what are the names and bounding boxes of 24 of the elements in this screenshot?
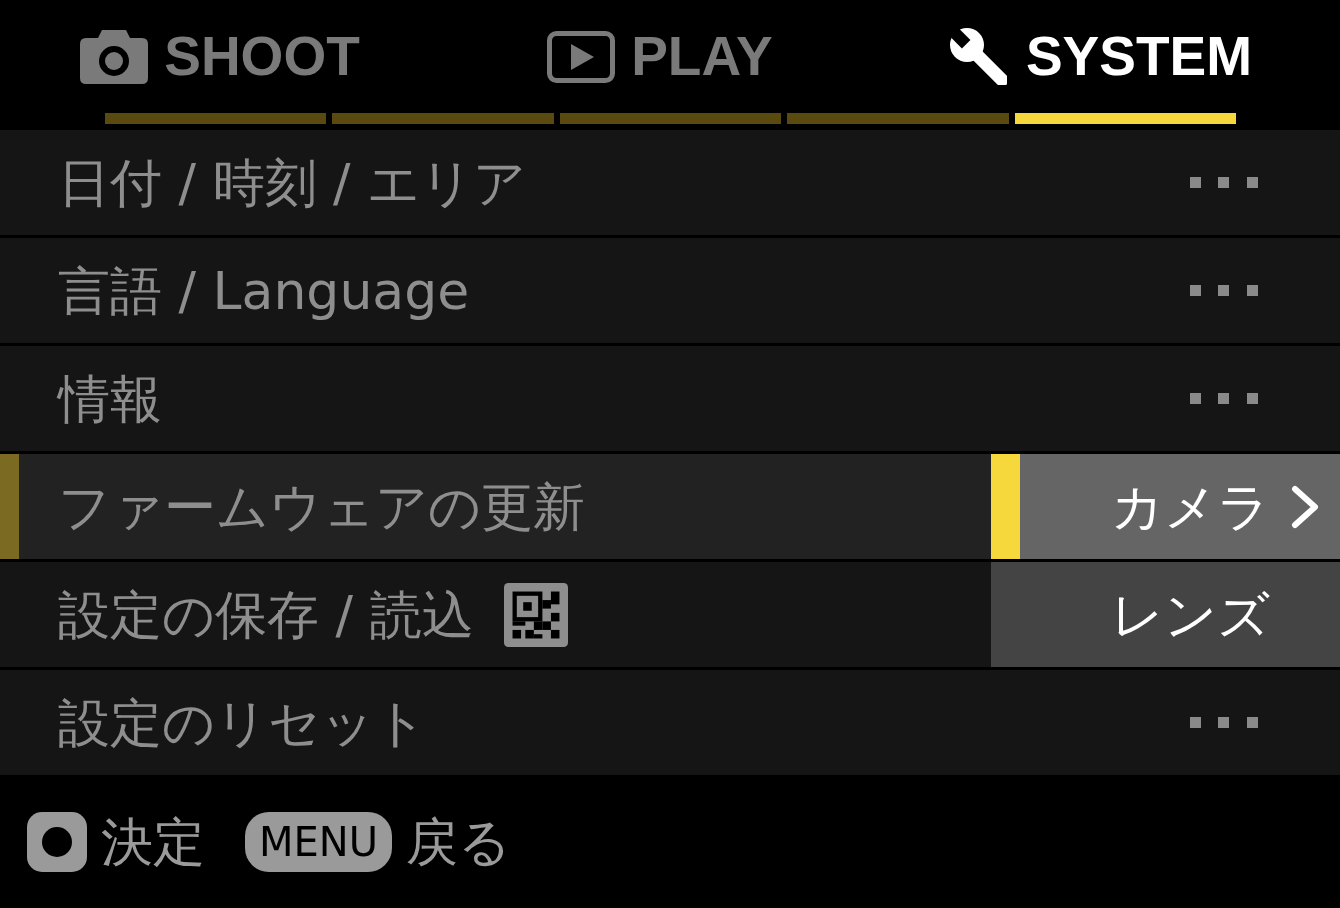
more-dots-icon (1190, 393, 1258, 404)
menu-item[interactable]: 言語 / Language (0, 238, 1340, 343)
menu-item[interactable]: 設定のリセット (0, 670, 1340, 775)
wrench-icon (947, 25, 1010, 88)
menu-tab[interactable]: SYSTEM (947, 25, 1253, 88)
menu-item[interactable]: 日付 / 時刻 / エリア (0, 130, 1340, 235)
more-dots-icon (1190, 177, 1258, 188)
menu-item[interactable]: 設定の保存 / 読込 (0, 562, 991, 667)
play-icon (547, 30, 616, 83)
chevron-right-icon (1290, 484, 1320, 529)
ok-button-icon (27, 811, 87, 872)
qr-code-icon (503, 582, 568, 647)
hint-label: 決定 (101, 815, 205, 868)
menu-tab[interactable]: SHOOT (80, 29, 360, 84)
more-dots-icon (1190, 285, 1258, 296)
hint-label: 戻る (406, 815, 511, 868)
camera-icon (80, 29, 149, 84)
more-dots-icon (1190, 717, 1258, 728)
menu-item[interactable]: 情報 (0, 346, 1340, 451)
menu-key-label: MENU (245, 811, 392, 872)
submenu-item[interactable]: カメラ (991, 454, 1340, 559)
menu-item[interactable]: ファームウェアの更新 (0, 454, 991, 559)
menu-tab[interactable]: PLAY (547, 29, 773, 84)
submenu-item[interactable]: レンズ (991, 562, 1340, 667)
